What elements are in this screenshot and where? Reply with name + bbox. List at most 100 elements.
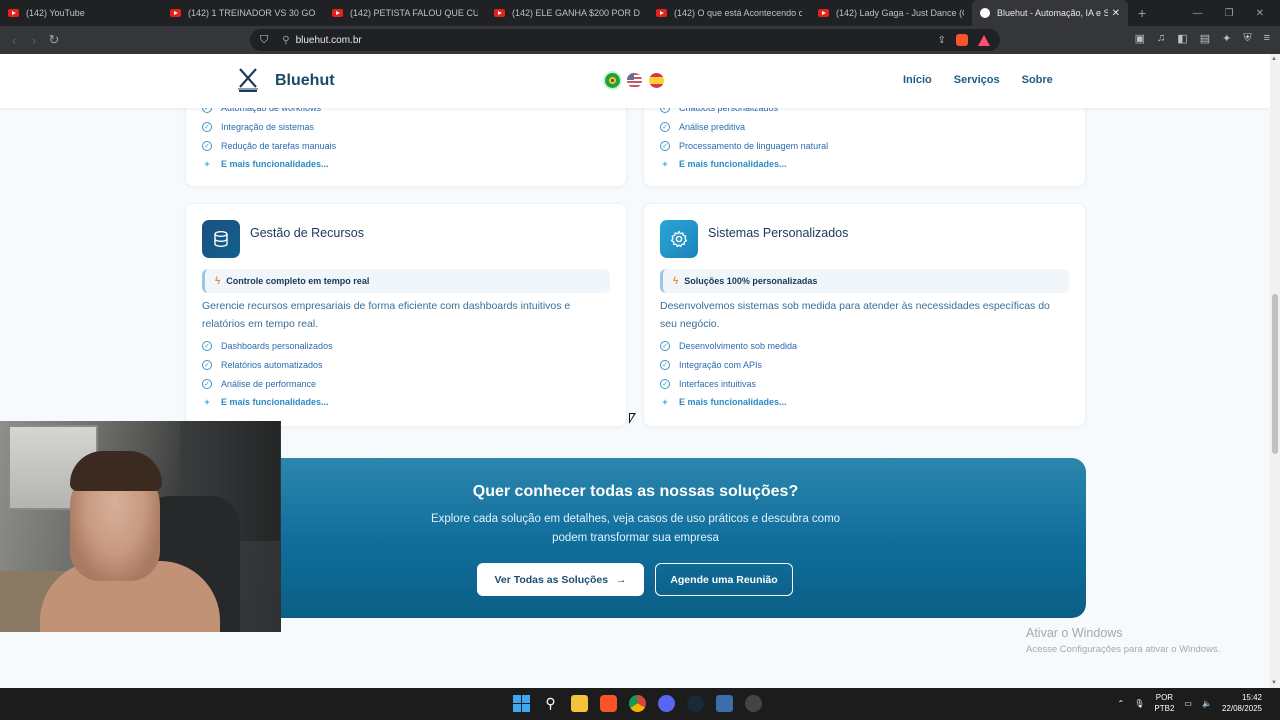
feature-item: ✓ Processamento de linguagem natural <box>660 141 828 151</box>
gear-icon <box>660 220 698 258</box>
feature-item: ✓ Desenvolvimento sob medida <box>660 341 797 351</box>
menu-icon[interactable]: ≡ <box>1264 32 1270 45</box>
card-description: Gerencie recursos empresariais de forma … <box>202 300 571 330</box>
close-window-icon[interactable]: ✕ <box>1256 8 1264 19</box>
check-circle-icon: ✓ <box>660 379 670 389</box>
nav-inicio[interactable]: Início <box>903 74 932 86</box>
close-tab-icon[interactable]: ✕ <box>1108 8 1120 19</box>
leo-ai-icon[interactable]: ✦ <box>1222 32 1231 45</box>
browser-toolbar: ‹ › ↻ ⛉ ⚲ bluehut.com.br ⇪ ▣ ♫ ◧ ▤ ✦ ⛨ ≡ <box>0 26 1280 54</box>
volume-icon[interactable]: 🔈 <box>1202 699 1212 708</box>
page-scrollbar[interactable]: ▲ ▼ <box>1270 54 1280 688</box>
browser-tab[interactable]: (142) Lady Gaga - Just Dance (Official <box>810 0 972 26</box>
brave-browser-icon[interactable] <box>600 695 617 712</box>
windows-activation-watermark: Ativar o Windows Acesse Configurações pa… <box>1026 626 1221 655</box>
browser-tab[interactable]: (142) 1 TREINADOR VS 30 GORDOS <box>162 0 324 26</box>
webcam-person-hair <box>70 451 162 491</box>
cta-banner: Quer conhecer todas as nossas soluções? … <box>185 458 1086 618</box>
bookmark-icon[interactable]: ⛉ <box>260 34 268 47</box>
cta-title: Quer conhecer todas as nossas soluções? <box>472 483 799 500</box>
mouse-cursor-icon <box>629 413 636 424</box>
wallet-icon[interactable]: ▤ <box>1200 32 1210 45</box>
spain-flag-icon[interactable] <box>649 73 664 88</box>
brand-name[interactable]: Bluehut <box>275 72 335 90</box>
plus-icon: + <box>204 397 210 407</box>
feature-item: ✓ Análise de performance <box>202 379 316 389</box>
plus-icon: + <box>662 397 668 407</box>
brave-rewards-icon[interactable] <box>978 34 990 46</box>
youtube-icon <box>656 9 667 17</box>
minimize-icon[interactable]: — <box>1193 8 1203 19</box>
resources-card: Gestão de Recursos ϟ Controle completo em… <box>185 203 627 427</box>
discord-icon[interactable] <box>658 695 675 712</box>
file-explorer-icon[interactable] <box>571 695 588 712</box>
site-info-icon[interactable]: ⚲ <box>282 35 289 46</box>
more-features-link[interactable]: + E mais funcionalidades... <box>660 159 786 169</box>
show-hidden-icons-icon[interactable]: ⌃ <box>1118 699 1125 708</box>
nav-sobre[interactable]: Sobre <box>1022 74 1053 86</box>
clock[interactable]: 15:42 22/08/2025 <box>1222 692 1262 714</box>
plus-icon: + <box>204 159 210 169</box>
browser-tab-bar: (142) YouTube (142) 1 TREINADOR VS 30 GO… <box>0 0 1280 26</box>
view-all-solutions-button[interactable]: Ver Todas as Soluções → <box>477 563 644 596</box>
scroll-down-icon[interactable]: ▼ <box>1271 680 1277 686</box>
feature-item: ✓ Redução de tarefas manuais <box>202 141 336 151</box>
reader-mode-icon[interactable]: ▣ <box>1135 32 1145 45</box>
url-text: bluehut.com.br <box>295 34 362 46</box>
new-tab-icon[interactable]: + <box>1138 5 1146 21</box>
scrollbar-thumb[interactable] <box>1272 294 1278 454</box>
search-icon[interactable]: ⚲ <box>542 695 559 712</box>
highlight-badge: ϟ Controle completo em tempo real <box>202 269 610 293</box>
webcam-overlay <box>0 421 281 632</box>
scroll-up-icon[interactable]: ▲ <box>1271 56 1277 62</box>
calculator-icon[interactable] <box>716 695 733 712</box>
nav-servicos[interactable]: Serviços <box>954 74 1000 86</box>
restore-icon[interactable]: ❐ <box>1225 8 1234 19</box>
youtube-icon <box>332 9 343 17</box>
sidebar-icon[interactable]: ◧ <box>1177 32 1187 45</box>
check-circle-icon: ✓ <box>202 122 212 132</box>
check-circle-icon: ✓ <box>660 341 670 351</box>
more-features-link[interactable]: + E mais funcionalidades... <box>202 397 328 407</box>
vpn-icon[interactable]: ⛨ <box>1243 32 1251 45</box>
reload-icon[interactable]: ↻ <box>44 32 64 48</box>
check-circle-icon: ✓ <box>202 341 212 351</box>
steam-icon[interactable] <box>687 695 704 712</box>
youtube-icon <box>494 9 505 17</box>
card-title: Sistemas Personalizados <box>708 226 849 240</box>
microphone-icon[interactable]: 🎙 <box>1134 699 1144 708</box>
bluehut-logo-icon[interactable] <box>237 67 259 93</box>
settings-app-icon[interactable] <box>745 695 762 712</box>
system-tray: ⌃ 🎙 POR PTB2 ▭ 🔈 15:42 22/08/2025 <box>1118 692 1262 714</box>
browser-tab[interactable]: (142) YouTube <box>0 0 162 26</box>
language-indicator[interactable]: POR PTB2 <box>1154 692 1174 714</box>
check-circle-icon: ✓ <box>660 360 670 370</box>
address-bar[interactable]: ⛉ ⚲ bluehut.com.br ⇪ <box>250 29 1000 51</box>
youtube-icon <box>8 9 19 17</box>
brave-shields-icon[interactable] <box>956 34 968 46</box>
usa-flag-icon[interactable] <box>627 73 642 88</box>
brazil-flag-icon[interactable] <box>605 73 620 88</box>
custom-systems-card: Sistemas Personalizados ϟ Soluções 100% p… <box>643 203 1086 427</box>
window-controls: — ❐ ✕ <box>1193 8 1280 19</box>
back-icon[interactable]: ‹ <box>4 33 24 48</box>
browser-tab[interactable]: (142) ELE GANHA $200 POR DIA DE <box>486 0 648 26</box>
share-icon[interactable]: ⇪ <box>938 35 946 46</box>
check-circle-icon: ✓ <box>202 379 212 389</box>
more-features-link[interactable]: + E mais funcionalidades... <box>660 397 786 407</box>
check-circle-icon: ✓ <box>660 141 670 151</box>
windows-start-icon[interactable] <box>513 695 530 712</box>
browser-tab-active[interactable]: Bluehut - Automação, IA e Solu✕ <box>972 0 1128 26</box>
media-icon[interactable]: ♫ <box>1157 32 1165 45</box>
browser-tab[interactable]: (142) PETISTA FALOU QUE CUBA NÃO <box>324 0 486 26</box>
schedule-meeting-button[interactable]: Agende uma Reunião <box>655 563 793 596</box>
chrome-icon[interactable] <box>629 695 646 712</box>
more-features-link[interactable]: + E mais funcionalidades... <box>202 159 328 169</box>
windows-taskbar: ⚲ ⌃ 🎙 POR PTB2 ▭ 🔈 15:42 22/08/2025 <box>0 688 1280 720</box>
bluehut-favicon-icon <box>980 8 990 18</box>
network-icon[interactable]: ▭ <box>1184 699 1192 708</box>
forward-icon[interactable]: › <box>24 33 44 48</box>
database-icon <box>202 220 240 258</box>
extensions-area: ▣ ♫ ◧ ▤ ✦ ⛨ ≡ <box>1135 32 1270 45</box>
browser-tab[interactable]: (142) O que está Acontecendo com <box>648 0 810 26</box>
